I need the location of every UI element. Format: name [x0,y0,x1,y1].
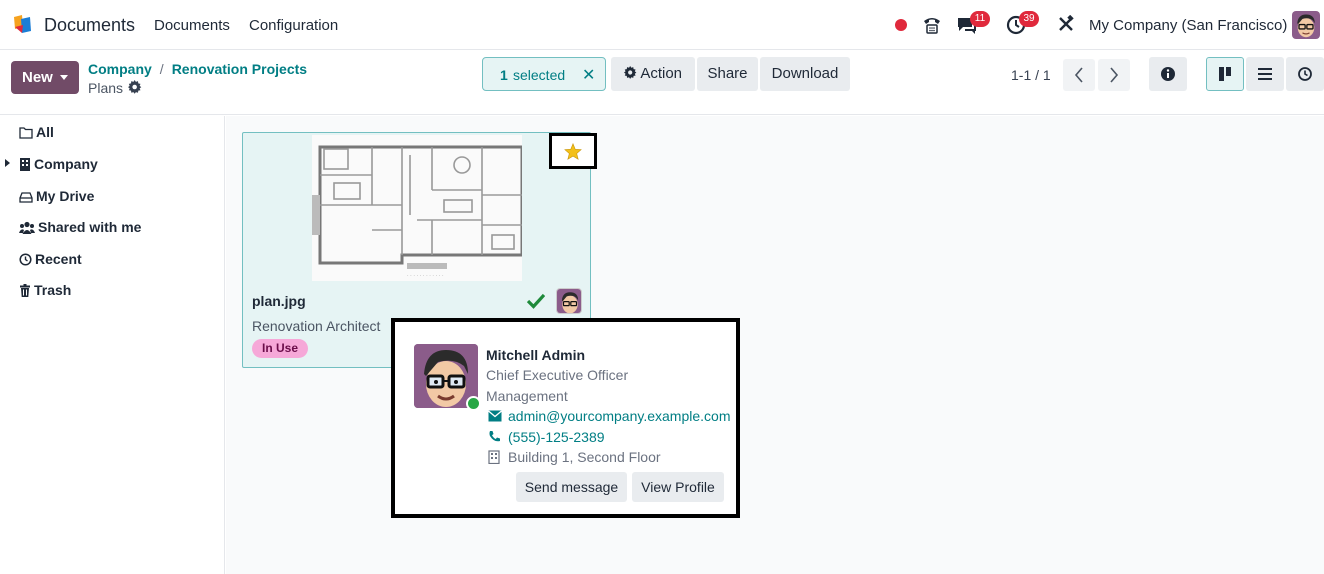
info-icon [1161,67,1175,81]
owner-avatar[interactable] [556,288,582,314]
popover-department: Management [486,388,568,404]
clear-selection-close-icon[interactable]: ✕ [582,65,595,85]
view-profile-button[interactable]: View Profile [632,472,724,502]
selected-count: 1 [500,67,508,83]
folder-icon [19,127,33,139]
favorite-toggle[interactable] [549,133,597,169]
users-icon [19,221,35,234]
kanban-view-button[interactable] [1206,57,1244,91]
record-dot-icon[interactable] [894,18,908,32]
send-message-button[interactable]: Send message [516,472,627,502]
building-icon [20,158,30,171]
selection-indicator: 1 selected ✕ [482,57,606,91]
breadcrumb-separator: / [159,61,164,77]
activity-view-button[interactable] [1286,57,1324,91]
sidebar-item-label: Company [34,156,98,172]
document-thumbnail[interactable]: · · · · · · · · · · · · [312,135,524,281]
hard-drive-icon [19,192,33,203]
caret-down-icon [60,75,68,80]
star-icon [564,143,582,160]
sidebar-item-trash[interactable]: Trash [19,282,71,298]
sidebar-item-label: Trash [34,282,72,298]
company-switcher[interactable]: My Company (San Francisco) [1089,17,1287,34]
page-title: Plans [88,80,124,96]
sidebar-item-shared-with-me[interactable]: Shared with me [19,219,141,235]
sidebar-item-label: Recent [35,251,82,267]
action-button[interactable]: Action [611,57,695,91]
gear-icon [623,66,637,79]
action-label: Action [640,65,683,82]
document-owner: Renovation Architect [252,318,381,334]
phone-icon[interactable] [922,15,942,35]
popover-location: Building 1, Second Floor [508,449,661,465]
chevron-right-icon [1110,67,1119,83]
popover-phone-link[interactable]: (555)-125-2389 [508,429,605,445]
selected-label: selected [513,67,566,83]
envelope-icon [488,410,502,422]
sidebar-item-all[interactable]: All [19,124,54,140]
share-button[interactable]: Share [697,57,758,91]
sidebar-item-my-drive[interactable]: My Drive [19,188,94,204]
sidebar-item-label: All [36,124,54,140]
clock-icon [19,253,32,266]
popover-email-link[interactable]: admin@yourcompany.example.com [508,408,731,424]
pager-previous-button[interactable] [1063,59,1095,91]
menu-documents[interactable]: Documents [154,17,230,34]
building-icon [488,450,500,464]
activity-badge: 39 [1019,11,1039,27]
breadcrumb-company[interactable]: Company [88,61,152,77]
trash-icon [20,284,30,297]
online-status-icon [466,396,481,411]
folder-sidebar: All Company My Drive Shared with me Rece… [0,116,225,574]
sidebar-item-label: Shared with me [38,219,142,235]
check-icon [527,293,545,309]
list-view-button[interactable] [1246,57,1284,91]
pager-value[interactable]: 1-1 / 1 [1011,67,1051,83]
breadcrumb-renovation-projects[interactable]: Renovation Projects [172,61,307,77]
download-button[interactable]: Download [760,57,850,91]
control-panel: New Company / Renovation Projects Plans 1 … [0,50,1324,115]
breadcrumb: Company / Renovation Projects [88,61,307,77]
list-icon [1258,68,1272,80]
sidebar-item-recent[interactable]: Recent [19,251,82,267]
caret-right-icon[interactable] [5,159,10,167]
debug-tools-icon[interactable] [1057,15,1075,33]
sidebar-item-company[interactable]: Company [19,156,98,172]
clock-icon [1298,67,1312,81]
new-button-label: New [22,69,53,86]
chat-badge: 11 [970,11,990,27]
menu-configuration[interactable]: Configuration [249,17,338,34]
user-card-popover: Mitchell Admin Chief Executive Officer M… [391,318,740,518]
user-avatar[interactable] [1292,11,1320,39]
pager-next-button[interactable] [1098,59,1130,91]
popover-job-title: Chief Executive Officer [486,367,629,383]
details-toggle-button[interactable] [1149,57,1187,91]
kanban-icon [1219,67,1231,81]
document-filename[interactable]: plan.jpg [252,293,306,309]
new-button[interactable]: New [11,61,79,94]
avatar-icon [557,289,581,313]
top-navbar: Documents Documents Configuration 11 39 … [0,0,1324,50]
user-avatar-icon [1292,11,1320,39]
floor-plan-image: · · · · · · · · · · · · [312,135,524,281]
gear-icon[interactable] [128,80,142,94]
documents-app-icon[interactable] [10,13,34,37]
chevron-left-icon [1074,67,1083,83]
status-badge: In Use [252,339,309,358]
popover-user-name: Mitchell Admin [486,347,586,363]
app-name[interactable]: Documents [44,15,135,36]
plan-caption: · · · · · · · · · · · · [407,273,444,279]
sidebar-item-label: My Drive [36,188,95,204]
phone-icon [489,431,500,442]
